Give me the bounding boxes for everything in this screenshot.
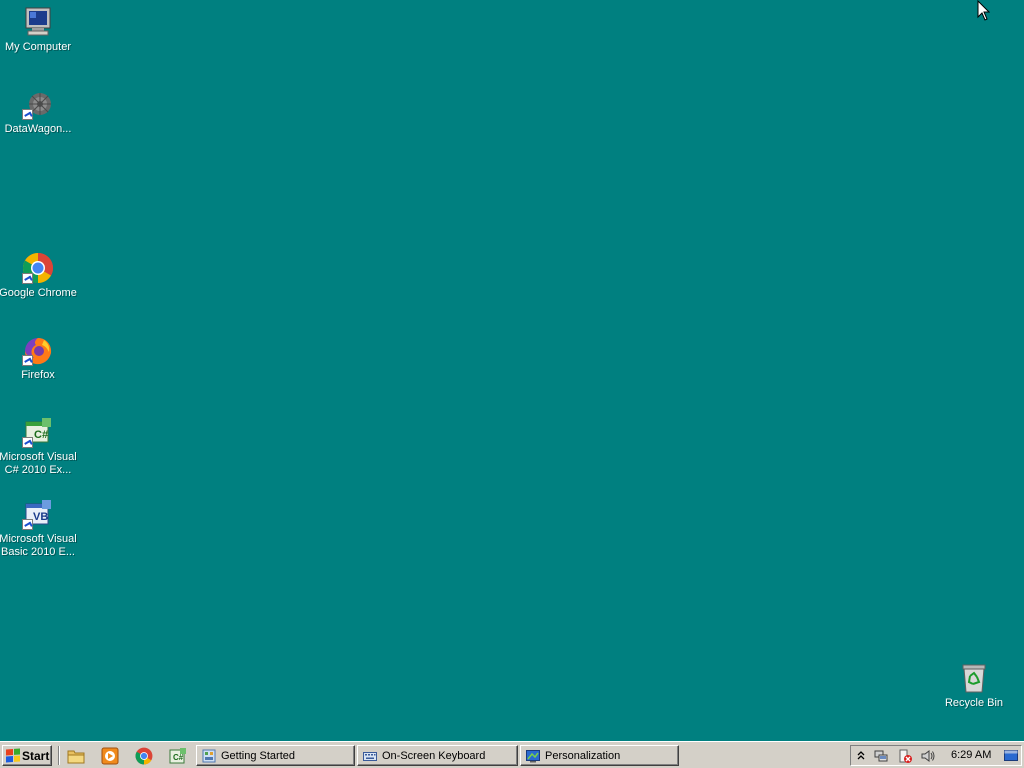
quick-launch-chrome-icon[interactable] [135,747,153,765]
desktop-icon-my-computer[interactable]: My Computer [0,6,78,54]
svg-text:C#: C# [173,753,184,762]
visual-basic-icon: VB [22,498,54,530]
desktop-icon-label: My Computer [4,41,72,53]
system-tray: 6:29 AM [850,745,1022,766]
desktop-icon-label-line2: C# 2010 Ex... [4,464,72,476]
datawagon-icon [22,88,54,120]
start-button[interactable]: Start [2,745,52,766]
desktop-icon-label: Recycle Bin [944,697,1004,709]
show-hidden-icons-chevron-icon[interactable] [854,749,868,763]
shortcut-arrow-icon [22,355,33,366]
desktop-icon-recycle-bin[interactable]: Recycle Bin [934,662,1014,710]
network-icon[interactable] [874,749,888,763]
desktop-icon-label: Firefox [21,369,55,381]
show-desktop-icon[interactable] [1004,749,1018,763]
recycle-bin-icon [958,662,990,694]
volume-icon[interactable] [921,749,935,763]
quick-launch-visual-csharp-icon[interactable]: C# [169,747,187,765]
svg-text:VB: VB [33,511,48,523]
desktop-icon-visual-basic[interactable]: VB Microsoft Visual Basic 2010 E... [0,498,78,559]
firefox-icon [22,334,54,366]
chrome-icon [22,252,54,284]
mouse-cursor-icon [977,0,991,25]
svg-text:C#: C# [34,429,48,441]
desktop-icon-label-line1: Microsoft Visual [0,533,77,545]
task-label: Getting Started [221,749,295,762]
desktop-icon-firefox[interactable]: Firefox [0,334,78,382]
task-button-getting-started[interactable]: Getting Started [196,745,355,766]
start-label: Start [22,748,50,763]
desktop-icon-google-chrome[interactable]: Google Chrome [0,252,78,300]
shortcut-arrow-icon [22,109,33,120]
shortcut-arrow-icon [22,519,33,530]
shortcut-arrow-icon [22,437,33,448]
desktop-icon-label: DataWagon... [4,123,72,135]
clock[interactable]: 6:29 AM [951,749,991,761]
taskbar-separator [58,746,60,765]
shortcut-arrow-icon [22,273,33,284]
taskbar: Start C# Getting Started On-Screen Keybo… [0,741,1024,768]
desktop-icon-label-line1: Microsoft Visual [0,451,77,463]
personalization-icon [526,749,540,763]
quick-launch-file-explorer-icon[interactable] [67,747,85,765]
desktop-icon-datawagon[interactable]: DataWagon... [0,88,78,136]
task-label: Personalization [545,749,621,762]
desktop-icon-visual-csharp[interactable]: C# Microsoft Visual C# 2010 Ex... [0,416,78,477]
task-label: On-Screen Keyboard [382,749,486,762]
desktop-icon-label-line2: Basic 2010 E... [1,546,75,558]
visual-csharp-icon: C# [22,416,54,448]
my-computer-icon [22,6,54,38]
task-button-on-screen-keyboard[interactable]: On-Screen Keyboard [357,745,518,766]
keyboard-icon [363,749,377,763]
task-button-personalization[interactable]: Personalization [520,745,679,766]
windows-logo-icon [6,748,20,763]
quick-launch-media-player-icon[interactable] [101,747,119,765]
getting-started-icon [202,749,216,763]
desktop-icon-label: Google Chrome [0,287,77,299]
desktop[interactable]: My Computer DataWagon... Google Chrome F… [0,0,1024,741]
action-center-icon[interactable] [898,749,912,763]
